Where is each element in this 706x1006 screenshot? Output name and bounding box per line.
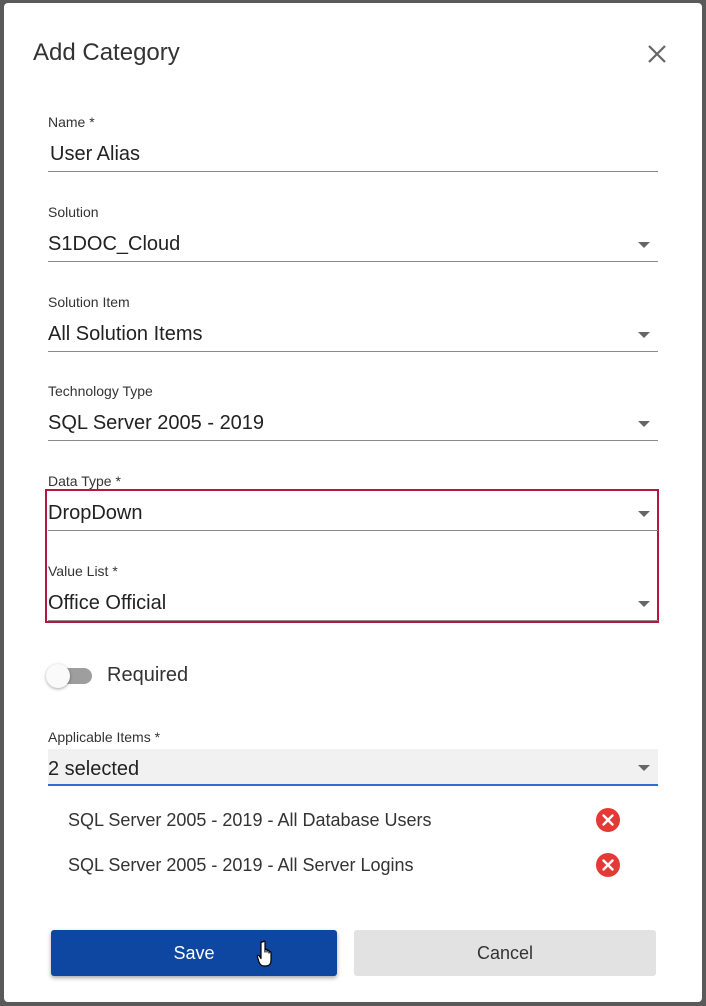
data-type-label: Data Type * — [48, 473, 121, 489]
save-button[interactable]: Save — [51, 930, 337, 976]
value-list-select[interactable]: Value List * Office Official — [48, 563, 658, 623]
list-item: SQL Server 2005 - 2019 - All Database Us… — [68, 806, 628, 836]
value-list-label: Value List * — [48, 563, 118, 579]
technology-type-value: SQL Server 2005 - 2019 — [48, 412, 265, 434]
data-type-value: DropDown — [48, 502, 143, 524]
required-toggle[interactable] — [46, 664, 94, 688]
technology-type-label: Technology Type — [48, 383, 153, 399]
dialog-title: Add Category — [33, 39, 180, 66]
solution-label: Solution — [48, 204, 99, 220]
solution-item-underline — [48, 351, 658, 352]
solution-value: S1DOC_Cloud — [48, 233, 181, 255]
applicable-items-select[interactable]: 2 selected — [48, 749, 658, 786]
data-type-select[interactable]: Data Type * DropDown — [48, 473, 658, 533]
list-item: SQL Server 2005 - 2019 - All Server Logi… — [68, 851, 628, 881]
close-icon — [648, 45, 666, 63]
solution-item-value: All Solution Items — [48, 323, 203, 345]
name-underline — [48, 171, 658, 172]
remove-item-button[interactable] — [596, 853, 620, 877]
list-item-text: SQL Server 2005 - 2019 - All Server Logi… — [68, 855, 414, 875]
applicable-items-value: 2 selected — [48, 758, 140, 780]
data-type-underline — [48, 530, 658, 531]
chevron-down-icon — [638, 421, 650, 427]
name-label: Name * — [48, 114, 95, 130]
remove-circle-icon — [596, 853, 620, 877]
chevron-down-icon — [638, 601, 650, 607]
cancel-button[interactable]: Cancel — [354, 930, 656, 976]
applicable-items-label: Applicable Items * — [48, 729, 161, 745]
remove-circle-icon — [596, 808, 620, 832]
technology-type-select[interactable]: Technology Type SQL Server 2005 - 2019 — [48, 383, 658, 443]
name-field[interactable]: Name * User Alias — [48, 114, 658, 174]
add-category-dialog: Add Category Name * User Alias Solution … — [4, 3, 702, 1002]
name-input[interactable]: User Alias — [50, 143, 140, 166]
list-item-text: SQL Server 2005 - 2019 - All Database Us… — [68, 810, 432, 830]
chevron-down-icon — [638, 765, 650, 771]
required-label: Required — [107, 664, 189, 686]
solution-select[interactable]: Solution S1DOC_Cloud — [48, 204, 658, 264]
solution-item-select[interactable]: Solution Item All Solution Items — [48, 294, 658, 354]
value-list-value: Office Official — [48, 592, 167, 614]
chevron-down-icon — [638, 511, 650, 517]
solution-underline — [48, 261, 658, 262]
solution-item-label: Solution Item — [48, 294, 130, 310]
close-button[interactable] — [642, 39, 672, 69]
chevron-down-icon — [638, 242, 650, 248]
chevron-down-icon — [638, 332, 650, 338]
technology-type-underline — [48, 440, 658, 441]
remove-item-button[interactable] — [596, 808, 620, 832]
value-list-underline — [48, 620, 658, 621]
toggle-knob — [46, 664, 70, 688]
